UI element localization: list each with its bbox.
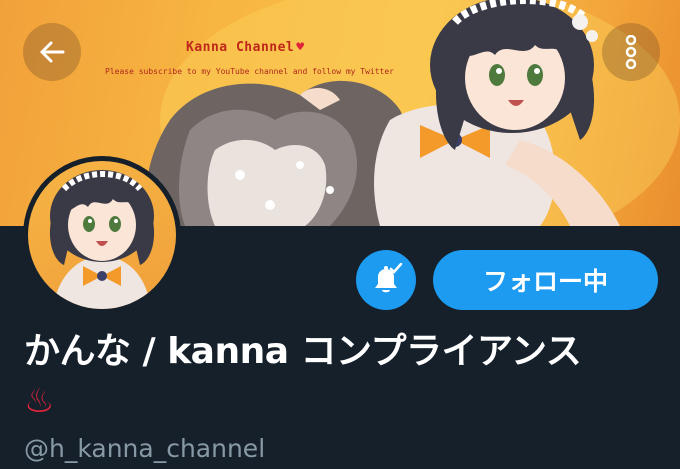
user-handle: @h_kanna_channel (24, 434, 266, 463)
avatar-artwork (49, 170, 155, 309)
banner-title: Kanna Channel ♥ (186, 40, 305, 55)
hot-springs-emoji: ♨ (24, 381, 55, 421)
display-name: かんな / kanna コンプライアンス (24, 331, 582, 372)
back-button[interactable] (23, 23, 81, 81)
banner-title-text: Kanna Channel (186, 40, 295, 55)
more-vertical-icon (625, 35, 637, 69)
notification-button[interactable] (356, 250, 416, 310)
following-button[interactable]: フォロー中 (433, 250, 658, 310)
bell-check-icon (375, 263, 403, 293)
more-options-button[interactable] (602, 23, 660, 81)
avatar[interactable] (23, 156, 181, 314)
heart-icon: ♥ (296, 40, 305, 55)
avatar-image (28, 161, 176, 309)
banner-subtitle: Please subscribe to my YouTube channel a… (105, 67, 394, 76)
arrow-left-icon (40, 41, 65, 63)
